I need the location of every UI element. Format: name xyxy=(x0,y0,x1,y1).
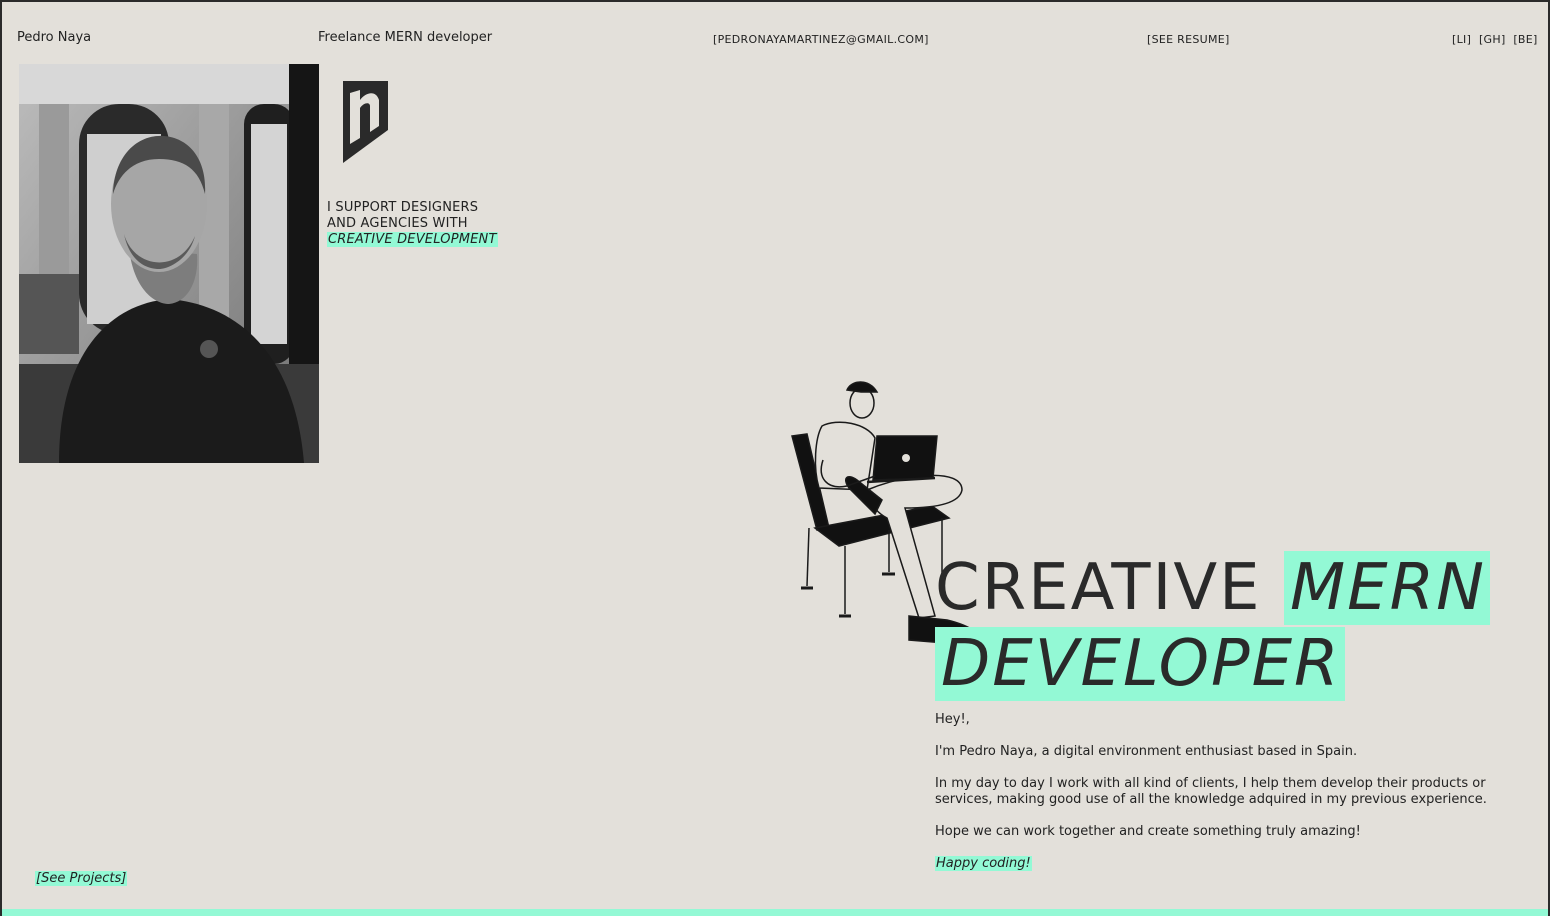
bio-signoff: Happy coding! xyxy=(935,856,1032,871)
bio-hope: Hope we can work together and create som… xyxy=(935,824,1361,839)
github-link[interactable]: [GH] xyxy=(1479,33,1506,46)
headline-word-mern: MERN xyxy=(1283,551,1490,625)
bio-greeting: Hey!, xyxy=(935,712,970,727)
tagline-highlight: CREATIVE DEVELOPMENT xyxy=(327,232,498,247)
behance-link[interactable]: [BE] xyxy=(1513,33,1537,46)
social-links: [LI] [GH] [BE] xyxy=(1452,32,1538,48)
see-projects-link[interactable]: [See Projects] xyxy=(35,871,128,887)
bio-intro: I'm Pedro Naya, a digital environment en… xyxy=(935,744,1358,759)
site-owner-name[interactable]: Pedro Naya xyxy=(17,30,91,46)
bottom-accent-bar xyxy=(2,909,1548,916)
tagline: I SUPPORT DESIGNERS AND AGENCIES WITH CR… xyxy=(327,200,498,248)
resume-link[interactable]: [SEE RESUME] xyxy=(1147,32,1230,48)
tagline-line-2: AND AGENCIES WITH xyxy=(327,216,468,231)
email-link[interactable]: [PEDRONAYAMARTINEZ@GMAIL.COM] xyxy=(713,32,929,48)
tagline-line-1: I SUPPORT DESIGNERS xyxy=(327,200,479,215)
headline-word-developer: DEVELOPER xyxy=(935,627,1345,701)
profile-photo xyxy=(19,64,319,463)
see-projects-label: [See Projects] xyxy=(35,871,128,886)
headline-word-creative: CREATIVE xyxy=(935,551,1262,625)
hero-headline: CREATIVE MERN DEVELOPER xyxy=(935,550,1490,702)
site-role: Freelance MERN developer xyxy=(318,30,493,45)
bio-day-to-day: In my day to day I work with all kind of… xyxy=(935,776,1487,807)
logo-icon[interactable] xyxy=(340,78,392,170)
bio-section: Hey!, I'm Pedro Naya, a digital environm… xyxy=(935,712,1535,888)
linkedin-link[interactable]: [LI] xyxy=(1452,33,1471,46)
